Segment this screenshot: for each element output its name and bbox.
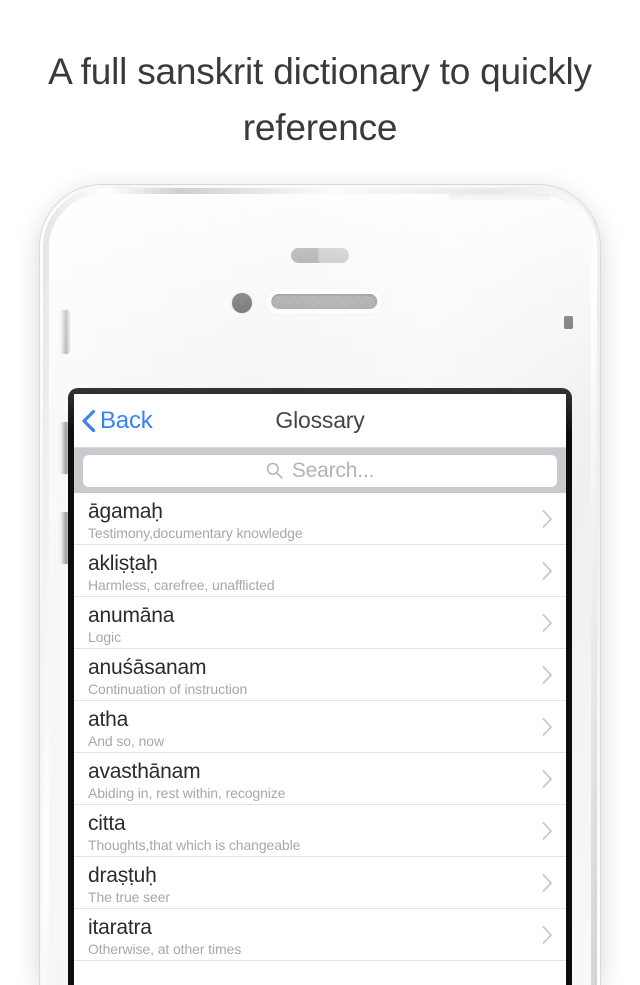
- table-row[interactable]: itaratra Otherwise, at other times: [74, 909, 566, 961]
- glossary-definition: Testimony,documentary knowledge: [88, 525, 303, 541]
- table-row[interactable]: akliṣṭaḥ Harmless, carefree, unafflicted: [74, 545, 566, 597]
- glossary-definition: The true seer: [88, 889, 170, 905]
- phone-mockup: Back Glossary Search... āgamaḥ Testimony…: [22, 185, 618, 985]
- phone-body: Back Glossary Search... āgamaḥ Testimony…: [49, 194, 591, 985]
- search-bar-container: Search...: [74, 448, 566, 493]
- antenna-band-icon: [564, 316, 573, 329]
- page-headline: A full sanskrit dictionary to quickly re…: [48, 51, 592, 148]
- glossary-term: draṣṭuḥ: [88, 864, 157, 887]
- search-placeholder-text: Search...: [291, 458, 375, 482]
- screen-bezel: Back Glossary Search... āgamaḥ Testimony…: [68, 388, 572, 985]
- table-row[interactable]: citta Thoughts,that which is changeable: [74, 805, 566, 857]
- table-row[interactable]: anuśāsanam Continuation of instruction: [74, 649, 566, 701]
- table-row[interactable]: atha And so, now: [74, 701, 566, 753]
- search-input[interactable]: Search...: [83, 454, 557, 487]
- glossary-term: atha: [88, 708, 129, 731]
- glossary-definition: Thoughts,that which is changeable: [88, 837, 301, 853]
- glossary-term: akliṣṭaḥ: [88, 552, 158, 575]
- glossary-definition: Harmless, carefree, unafflicted: [88, 577, 275, 593]
- proximity-sensor-icon: [291, 248, 349, 263]
- glossary-definition: Abiding in, rest within, recognize: [88, 785, 286, 801]
- glossary-term: anuśāsanam: [88, 656, 207, 679]
- search-icon: [266, 462, 283, 479]
- phone-screen: Back Glossary Search... āgamaḥ Testimony…: [74, 394, 566, 985]
- glossary-definition: Continuation of instruction: [88, 681, 248, 697]
- mute-switch-icon[interactable]: [60, 310, 70, 354]
- glossary-term: citta: [88, 812, 126, 835]
- glossary-term: itaratra: [88, 916, 152, 939]
- chevron-right-icon: [542, 873, 552, 892]
- glossary-term: āgamaḥ: [88, 500, 163, 523]
- table-row[interactable]: āgamaḥ Testimony,documentary knowledge: [74, 493, 566, 545]
- glossary-term: anumāna: [88, 604, 175, 627]
- table-row[interactable]: avasthānam Abiding in, rest within, reco…: [74, 753, 566, 805]
- power-button-icon[interactable]: [449, 194, 551, 199]
- chevron-right-icon: [542, 717, 552, 736]
- table-row[interactable]: draṣṭuḥ The true seer: [74, 857, 566, 909]
- chevron-right-icon: [542, 561, 552, 580]
- glossary-term: avasthānam: [88, 760, 201, 783]
- chevron-right-icon: [542, 821, 552, 840]
- chevron-right-icon: [542, 925, 552, 944]
- glossary-definition: Logic: [88, 629, 121, 645]
- glossary-definition: And so, now: [88, 733, 164, 749]
- glossary-definition: Otherwise, at other times: [88, 941, 242, 957]
- page-title: Glossary: [275, 407, 365, 433]
- chevron-right-icon: [542, 665, 552, 684]
- chevron-right-icon: [542, 769, 552, 788]
- front-camera-icon: [232, 293, 252, 313]
- chevron-right-icon: [542, 509, 552, 528]
- earpiece-speaker-icon: [271, 294, 378, 309]
- glossary-list[interactable]: āgamaḥ Testimony,documentary knowledge a…: [74, 493, 566, 961]
- chevron-right-icon: [542, 613, 552, 632]
- navigation-bar: Back Glossary: [74, 394, 566, 448]
- table-row[interactable]: anumāna Logic: [74, 597, 566, 649]
